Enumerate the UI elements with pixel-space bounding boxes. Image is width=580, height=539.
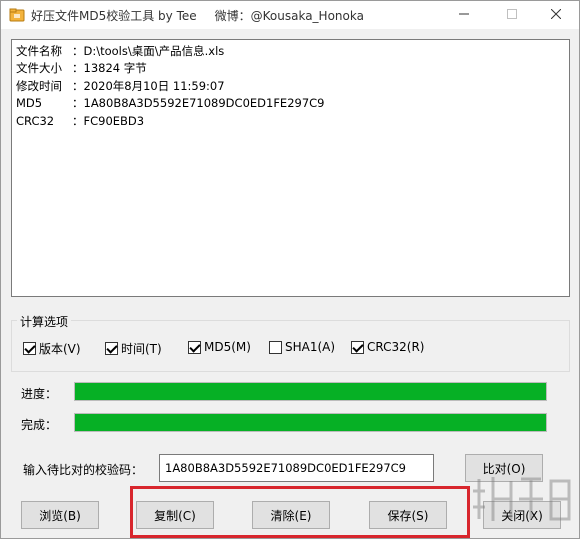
- compare-button[interactable]: 比对(O): [465, 454, 543, 482]
- app-window: 好压文件MD5校验工具 by Tee 微博：@Kousaka_Honoka 文件名…: [0, 0, 580, 539]
- complete-bar-fill: [75, 414, 546, 431]
- minimize-button[interactable]: [441, 1, 487, 29]
- checkbox-label: 时间(T): [121, 342, 162, 356]
- output-line-crc32: CRC32 ： FC90EBD3: [16, 113, 565, 130]
- progress-label: 进度：: [21, 387, 58, 401]
- checkbox-box[interactable]: [105, 342, 118, 355]
- checkbox-box[interactable]: [269, 340, 282, 354]
- result-output[interactable]: 文件名称： D:\tools\桌面\产品信息.xls 文件大小： 13824 字节 …: [11, 39, 570, 297]
- output-value: D:\tools\桌面\产品信息.xls: [83, 44, 225, 58]
- window-title-weibo: 微博：@Kousaka_Honoka: [214, 9, 364, 23]
- checkbox-label: MD5(M): [204, 340, 251, 354]
- output-label: 文件大小: [16, 61, 62, 76]
- compare-label: 输入待比对的校验码：: [23, 463, 144, 477]
- browse-button[interactable]: 浏览(B): [21, 501, 99, 529]
- checkbox-box[interactable]: [351, 340, 364, 354]
- clear-button[interactable]: 清除(E): [252, 501, 330, 529]
- title-bar[interactable]: 好压文件MD5校验工具 by Tee 微博：@Kousaka_Honoka: [1, 1, 579, 29]
- checkbox-box[interactable]: [188, 340, 201, 354]
- progress-bar: [74, 382, 547, 401]
- checkbox-sha1[interactable]: SHA1(A): [269, 340, 335, 354]
- output-sep: ：: [72, 96, 84, 111]
- output-value: FC90EBD3: [83, 113, 145, 128]
- output-line-modtime: 修改时间 ： 2020年8月10日 11:59:07: [16, 78, 565, 95]
- output-label: 文件名称: [16, 44, 62, 58]
- output-sep: ：: [72, 113, 84, 128]
- progress-bar-fill: [75, 383, 546, 400]
- checkbox-label: SHA1(A): [285, 340, 336, 354]
- output-label: CRC32: [16, 113, 55, 128]
- output-sep: ：: [72, 78, 84, 93]
- output-label: MD5: [16, 96, 43, 111]
- checkbox-time[interactable]: 时间(T): [105, 340, 162, 357]
- output-sep: ：: [72, 44, 84, 58]
- calc-options-legend: 计算选项: [17, 313, 72, 330]
- copy-button[interactable]: 复制(C): [136, 501, 214, 529]
- output-line-filename: 文件名称 ： D:\tools\桌面\产品信息.xls: [16, 43, 565, 60]
- close-button[interactable]: 关闭(X): [483, 501, 561, 529]
- close-icon: [550, 8, 562, 22]
- save-button[interactable]: 保存(S): [369, 501, 447, 529]
- checkbox-box[interactable]: [23, 342, 36, 355]
- output-line-md5: MD5 ： 1A80B8A3D5592E71089DC0ED1FE297C9: [16, 95, 565, 112]
- checkbox-label: 版本(V): [39, 342, 81, 356]
- maximize-icon: [507, 8, 517, 22]
- output-value: 2020年8月10日 11:59:07: [83, 78, 225, 93]
- output-value: 1A80B8A3D5592E71089DC0ED1FE297C9: [83, 96, 325, 111]
- checkbox-md5[interactable]: MD5(M): [188, 340, 251, 354]
- complete-bar: [74, 413, 547, 432]
- output-line-filesize: 文件大小 ： 13824 字节: [16, 60, 565, 77]
- output-value: 13824 字节: [83, 61, 147, 76]
- checkbox-label: CRC32(R): [367, 340, 425, 354]
- complete-label: 完成：: [21, 418, 58, 432]
- output-label: 修改时间: [16, 78, 62, 93]
- maximize-button[interactable]: [489, 1, 535, 29]
- window-title-app: 好压文件MD5校验工具 by Tee: [31, 9, 197, 23]
- app-icon: [9, 7, 25, 23]
- checkbox-version[interactable]: 版本(V): [23, 340, 81, 357]
- compare-checksum-input[interactable]: 1A80B8A3D5592E71089DC0ED1FE297C9: [159, 454, 434, 482]
- close-window-button[interactable]: [533, 1, 579, 29]
- checkbox-crc32[interactable]: CRC32(R): [351, 340, 424, 354]
- window-title: 好压文件MD5校验工具 by Tee 微博：@Kousaka_Honoka: [31, 7, 364, 24]
- output-sep: ：: [72, 61, 84, 76]
- minimize-icon: [459, 8, 469, 22]
